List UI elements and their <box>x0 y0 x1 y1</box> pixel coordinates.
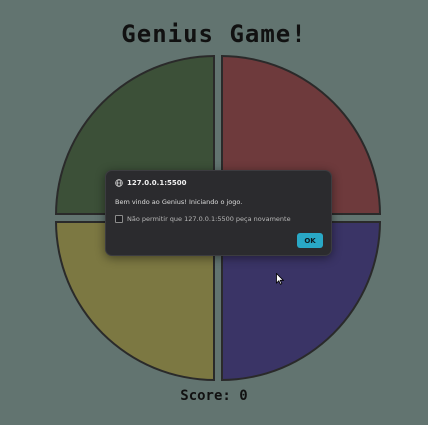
ok-button[interactable]: OK <box>297 233 323 248</box>
game-title: Genius Game! <box>121 20 307 48</box>
score-label: Score: <box>180 388 231 404</box>
dialog-header: 127.0.0.1:5500 <box>115 179 186 187</box>
alert-dialog: 127.0.0.1:5500 Bem vindo ao Genius! Inic… <box>105 170 332 256</box>
suppress-dialogs-checkbox[interactable] <box>115 215 123 223</box>
globe-icon <box>115 179 123 187</box>
dialog-origin: 127.0.0.1:5500 <box>127 179 187 187</box>
score-display: Score: 0 <box>0 388 428 404</box>
dialog-message: Bem vindo ao Genius! Iniciando o jogo. <box>115 198 243 206</box>
mouse-cursor-icon <box>276 273 284 285</box>
suppress-dialogs-row[interactable]: Não permitir que 127.0.0.1:5500 peça nov… <box>115 215 291 223</box>
suppress-dialogs-label: Não permitir que 127.0.0.1:5500 peça nov… <box>127 215 291 223</box>
score-value: 0 <box>239 388 248 404</box>
